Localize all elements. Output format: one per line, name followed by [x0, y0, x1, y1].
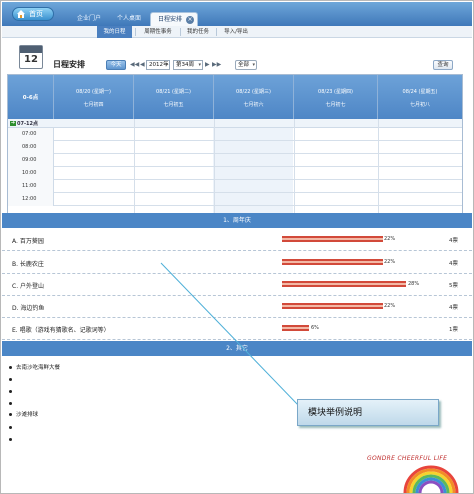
app-frame: 首页 企业门户 个人桌面 日程安排 × 我的日程 周期性事务 我的任务 导入/导…	[0, 0, 474, 494]
brand-text: GONDRE CHEERFUL LIFE	[367, 455, 448, 462]
callout-box: 模块举例说明	[297, 399, 439, 426]
rainbow-logo	[403, 465, 459, 493]
